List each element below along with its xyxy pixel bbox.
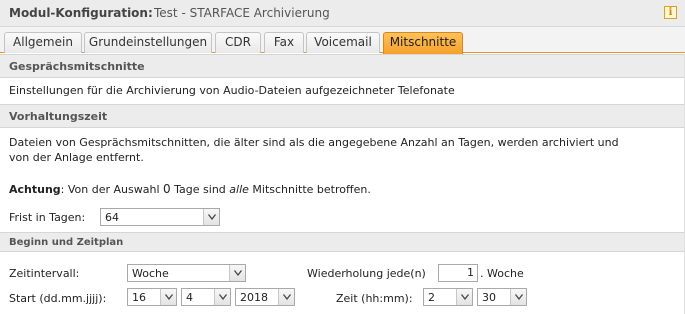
gespraech-description: Einstellungen für die Archivierung von A…	[9, 84, 455, 97]
start-day-value: 16	[132, 291, 146, 304]
tab-bar: Allgemein Grundeinstellungen CDR Fax Voi…	[0, 27, 685, 54]
title-label: Modul-Konfiguration:	[9, 6, 153, 20]
tab-allgemein[interactable]: Allgemein	[4, 32, 82, 53]
section-header-gespraechsmitschnitte: Gesprächsmitschnitte	[0, 54, 685, 78]
info-icon[interactable]: i	[664, 6, 677, 19]
start-month-select[interactable]: 4	[181, 288, 231, 306]
zeit-hour-select[interactable]: 2	[423, 288, 473, 306]
chevron-down-icon	[278, 289, 294, 305]
frist-select[interactable]: 64	[100, 208, 220, 226]
tab-voicemail[interactable]: Voicemail	[306, 32, 380, 53]
zeitintervall-select[interactable]: Woche	[127, 264, 246, 282]
start-year-value: 2018	[240, 291, 268, 304]
tab-fax[interactable]: Fax	[264, 32, 304, 53]
zeit-minute-value: 30	[482, 291, 496, 304]
chevron-down-icon	[203, 209, 219, 225]
warning-italic: alle	[229, 183, 249, 196]
warning-text: Achtung: Von der Auswahl 0 Tage sind all…	[9, 181, 371, 198]
zeit-minute-select[interactable]: 30	[477, 288, 527, 306]
start-day-select[interactable]: 16	[127, 288, 177, 306]
section-header-beginn-zeitplan: Beginn und Zeitplan	[0, 232, 685, 252]
chevron-down-icon	[456, 289, 472, 305]
warning-part2: Tage sind	[170, 183, 230, 196]
tab-mitschnitte[interactable]: Mitschnitte	[383, 32, 463, 54]
start-month-value: 4	[186, 291, 193, 304]
start-year-select[interactable]: 2018	[235, 288, 295, 306]
warning-part3: Mitschnitte betroffen.	[248, 183, 371, 196]
zeitintervall-label: Zeitintervall:	[9, 267, 80, 280]
warning-number: 0	[163, 182, 171, 196]
vorhaltung-description-line2: von der Anlage entfernt.	[9, 151, 144, 164]
wiederholung-input[interactable]: 1	[438, 264, 478, 282]
zeit-hour-value: 2	[428, 291, 435, 304]
wiederholung-label: Wiederholung jede(n)	[307, 267, 426, 280]
tab-cdr[interactable]: CDR	[215, 32, 261, 53]
frist-label: Frist in Tagen:	[9, 211, 86, 224]
zeit-label: Zeit (hh:mm):	[336, 292, 413, 305]
chevron-down-icon	[214, 289, 230, 305]
frist-value: 64	[105, 211, 119, 224]
chevron-down-icon	[160, 289, 176, 305]
chevron-down-icon	[229, 265, 245, 281]
tab-grundeinstellungen[interactable]: Grundeinstellungen	[84, 32, 212, 53]
warning-bold: Achtung	[9, 183, 61, 196]
module-name: Test - STARFACE Archivierung	[154, 6, 330, 20]
title-bar: Modul-Konfiguration: Test - STARFACE Arc…	[0, 0, 685, 27]
section-title: Beginn und Zeitplan	[9, 237, 124, 248]
vorhaltung-description-line1: Dateien von Gesprächsmitschnitten, die ä…	[9, 136, 619, 149]
section-header-vorhaltungszeit: Vorhaltungszeit	[0, 104, 685, 128]
start-label: Start (dd.mm.jjjj):	[9, 292, 107, 305]
chevron-down-icon	[510, 289, 526, 305]
wiederholung-unit: . Woche	[480, 267, 524, 280]
warning-part1: : Von der Auswahl	[60, 183, 164, 196]
section-title: Gesprächsmitschnitte	[9, 60, 145, 73]
zeitintervall-value: Woche	[132, 267, 169, 280]
section-title: Vorhaltungszeit	[9, 110, 108, 123]
